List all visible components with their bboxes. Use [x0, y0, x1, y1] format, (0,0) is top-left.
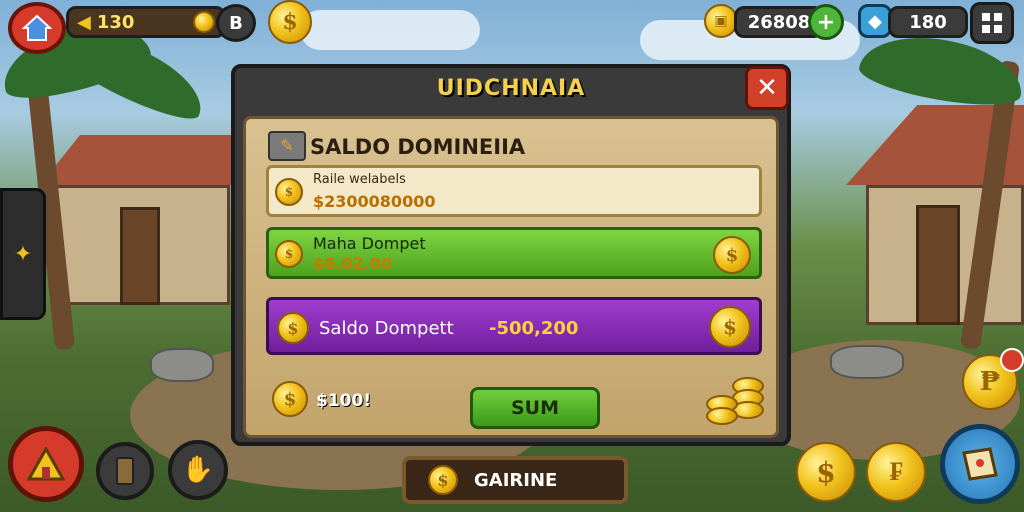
map-button[interactable] [940, 424, 1020, 504]
side-panel-tab[interactable]: ✦ [0, 188, 46, 320]
energy-counter: 180 [888, 6, 968, 38]
gem-counter-value: 26808 [747, 11, 811, 33]
sum-button[interactable]: SUM [470, 387, 600, 429]
main-action-label: GAIRINE [474, 469, 558, 491]
gem-icon: ▣ [704, 4, 738, 38]
plus-icon: + [816, 9, 836, 35]
balance-row-2-label: Maha Dompet [313, 234, 426, 253]
coin-stack-icon: $ [275, 240, 303, 268]
energy-counter-value: 180 [909, 11, 947, 33]
wallet-panel: ✎ SALDO DOMINEIIA $ Raile welabels $2300… [243, 116, 779, 438]
home-icon [22, 14, 52, 41]
map-icon [962, 447, 998, 481]
dialog-title: UIDCHNAIA [436, 76, 586, 101]
coin-icon: ◀ [77, 11, 91, 33]
dollar-coin-icon: $ [272, 381, 308, 417]
dollar-coin-icon: $ [277, 312, 309, 344]
bonus-coin-button[interactable]: ₣ [866, 442, 926, 502]
balance-row-1-label: Raile welabels [313, 172, 406, 187]
hand-icon: ✋ [181, 455, 215, 485]
dollar-coin-icon: $ [713, 236, 751, 274]
left-house [40, 135, 240, 315]
coin-icon [193, 11, 215, 33]
dollar-coin-button[interactable]: $ [796, 442, 856, 502]
star-icon: ✦ [13, 241, 33, 267]
phone-button[interactable] [96, 442, 154, 500]
balance-row-1[interactable]: $ Raile welabels $2300080000 [266, 165, 762, 217]
balance-row-3-label: Saldo Dompett [319, 318, 454, 339]
balance-row-3[interactable]: $ Saldo Dompett -500,200 $ [266, 297, 762, 355]
coin-stack-icon [706, 377, 768, 429]
hand-button[interactable]: ✋ [168, 440, 228, 500]
close-icon: ✕ [756, 73, 778, 103]
balance-row-1-value: $2300080000 [313, 192, 436, 211]
notification-badge [1000, 348, 1024, 372]
balance-row-2-value: $6.02.00 [313, 254, 392, 273]
menu-grid-icon [982, 13, 1002, 33]
home-button[interactable] [8, 2, 66, 54]
coin-counter: ◀ 130 [66, 6, 226, 38]
menu-button[interactable] [970, 2, 1014, 44]
balance-row-3-value: -500,200 [489, 318, 579, 339]
phone-icon [116, 457, 134, 485]
wallet-dialog: UIDCHNAIA ✕ ✎ SALDO DOMINEIIA $ Raile we… [231, 64, 791, 446]
dollar-coin-icon: $ [709, 306, 751, 348]
dollar-coin-icon[interactable]: $ [268, 0, 312, 44]
dollar-coin-icon: $ [428, 465, 458, 495]
tent-icon [27, 447, 65, 481]
coin-b-button[interactable]: B [216, 4, 256, 42]
panel-title: SALDO DOMINEIIA [310, 135, 526, 159]
footer-amount: $100! [316, 391, 372, 411]
add-gems-button[interactable]: + [808, 4, 844, 40]
pencil-icon: ✎ [268, 131, 306, 161]
energy-icon: ◆ [858, 4, 892, 38]
balance-row-2[interactable]: $ Maha Dompet $6.02.00 $ [266, 227, 762, 279]
main-action-button[interactable]: $ GAIRINE [402, 456, 628, 504]
close-button[interactable]: ✕ [745, 66, 789, 110]
coin-stack-icon: $ [275, 178, 303, 206]
coin-counter-value: 130 [96, 11, 135, 33]
base-button[interactable] [8, 426, 84, 502]
